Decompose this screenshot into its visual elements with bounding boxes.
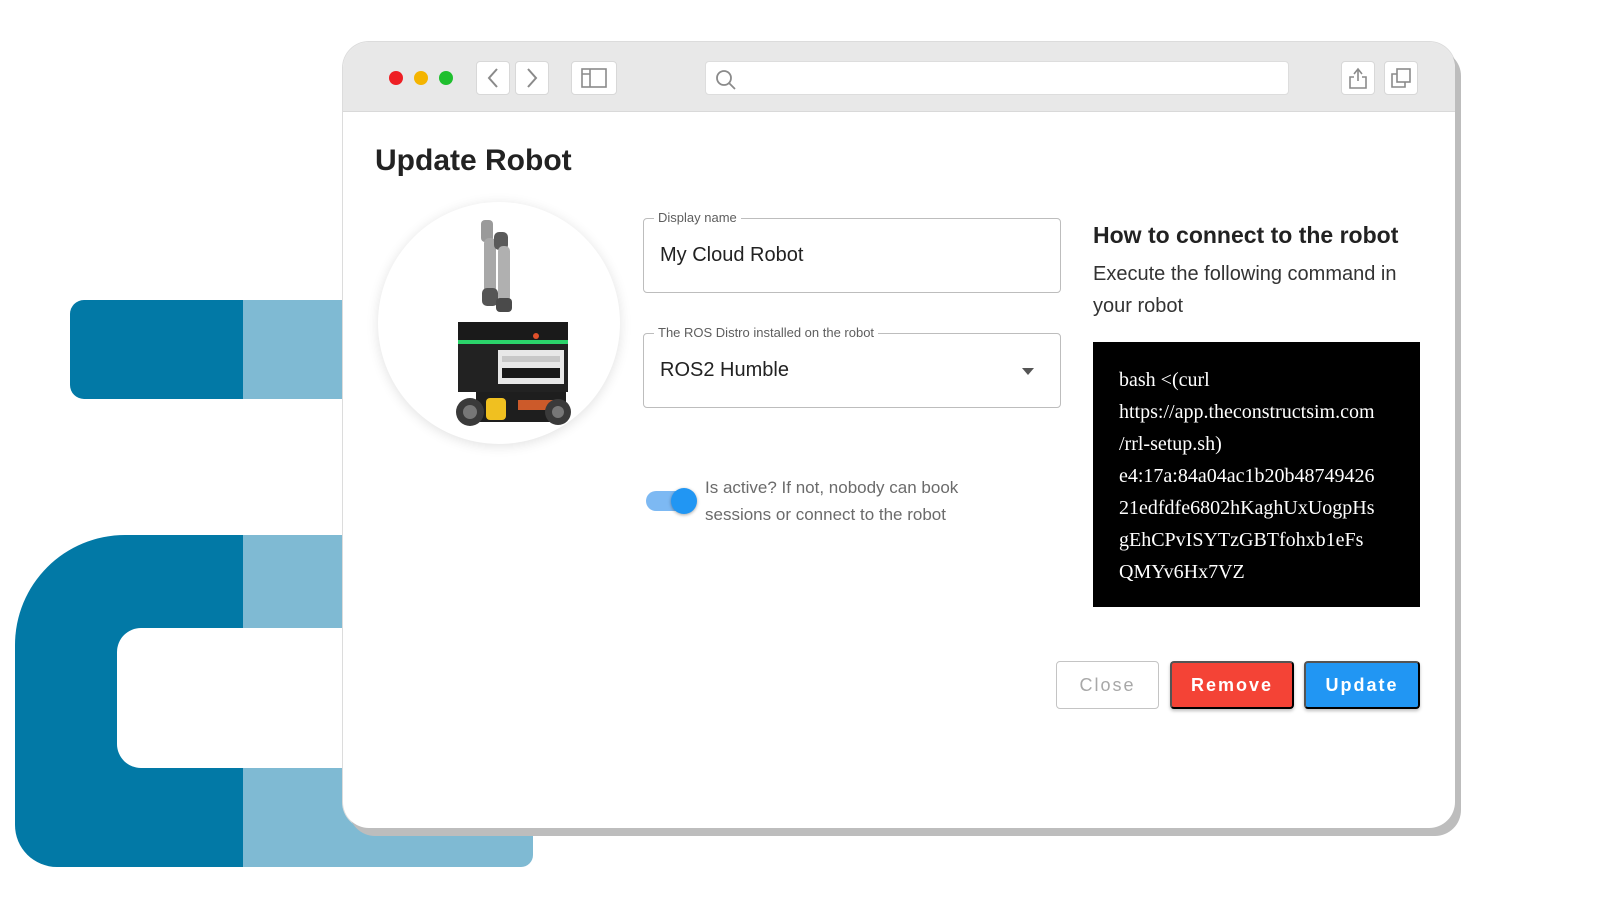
command-line: bash <(curl (1119, 369, 1210, 391)
ros-distro-select[interactable]: The ROS Distro installed on the robot RO… (643, 325, 1061, 408)
display-name-label: Display name (654, 210, 741, 225)
command-line: e4:17a:84a04ac1b20b48749426 (1119, 465, 1375, 487)
brand-shape-top-dark (70, 300, 245, 399)
share-icon (1349, 67, 1367, 89)
command-box[interactable]: bash <(curl https://app.theconstructsim.… (1093, 342, 1420, 607)
help-title: How to connect to the robot (1093, 222, 1399, 248)
tabs-button[interactable] (1384, 61, 1418, 95)
active-toggle[interactable] (646, 488, 698, 514)
browser-titlebar (343, 42, 1455, 112)
update-button[interactable]: Update (1304, 661, 1420, 709)
maximize-window-dot[interactable] (439, 71, 453, 85)
brand-shape-c-hole (117, 628, 377, 768)
page-title: Update Robot (375, 144, 572, 177)
browser-window: Update Robot Display name My Cloud Robot… (343, 42, 1455, 828)
display-name-field[interactable]: Display name My Cloud Robot (643, 210, 1061, 293)
ros-distro-value: ROS2 Humble (660, 359, 789, 381)
command-line: QMYv6Hx7VZ (1119, 561, 1245, 583)
tabs-icon (1391, 68, 1411, 88)
address-bar[interactable] (705, 61, 1289, 95)
command-line: /rrl-setup.sh) (1119, 433, 1222, 455)
robot-image (456, 220, 571, 426)
back-button[interactable] (476, 61, 510, 95)
sidebar-icon (581, 68, 607, 88)
dropdown-caret-icon (1022, 368, 1034, 375)
back-icon (487, 68, 498, 88)
close-window-dot[interactable] (389, 71, 403, 85)
command-line: https://app.theconstructsim.com (1119, 401, 1375, 423)
forward-button[interactable] (515, 61, 549, 95)
active-toggle-label: Is active? If not, nobody can book sessi… (705, 478, 959, 524)
command-line: gEhCPvISYTzGBTfohxb1eFs (1119, 529, 1364, 551)
close-button[interactable]: Close (1056, 661, 1159, 709)
robot-avatar (378, 202, 620, 444)
remove-button[interactable]: Remove (1170, 661, 1294, 709)
minimize-window-dot[interactable] (414, 71, 428, 85)
help-text: Execute the following command in your ro… (1093, 263, 1397, 317)
display-name-input[interactable]: My Cloud Robot (660, 244, 803, 267)
forward-icon (527, 68, 538, 88)
share-button[interactable] (1341, 61, 1375, 95)
sidebar-toggle-button[interactable] (571, 61, 617, 95)
command-line: 21edfdfe6802hKaghUxUogpHs (1119, 497, 1375, 519)
ros-distro-label: The ROS Distro installed on the robot (654, 325, 879, 340)
search-icon (716, 70, 736, 90)
toggle-thumb (671, 488, 697, 514)
